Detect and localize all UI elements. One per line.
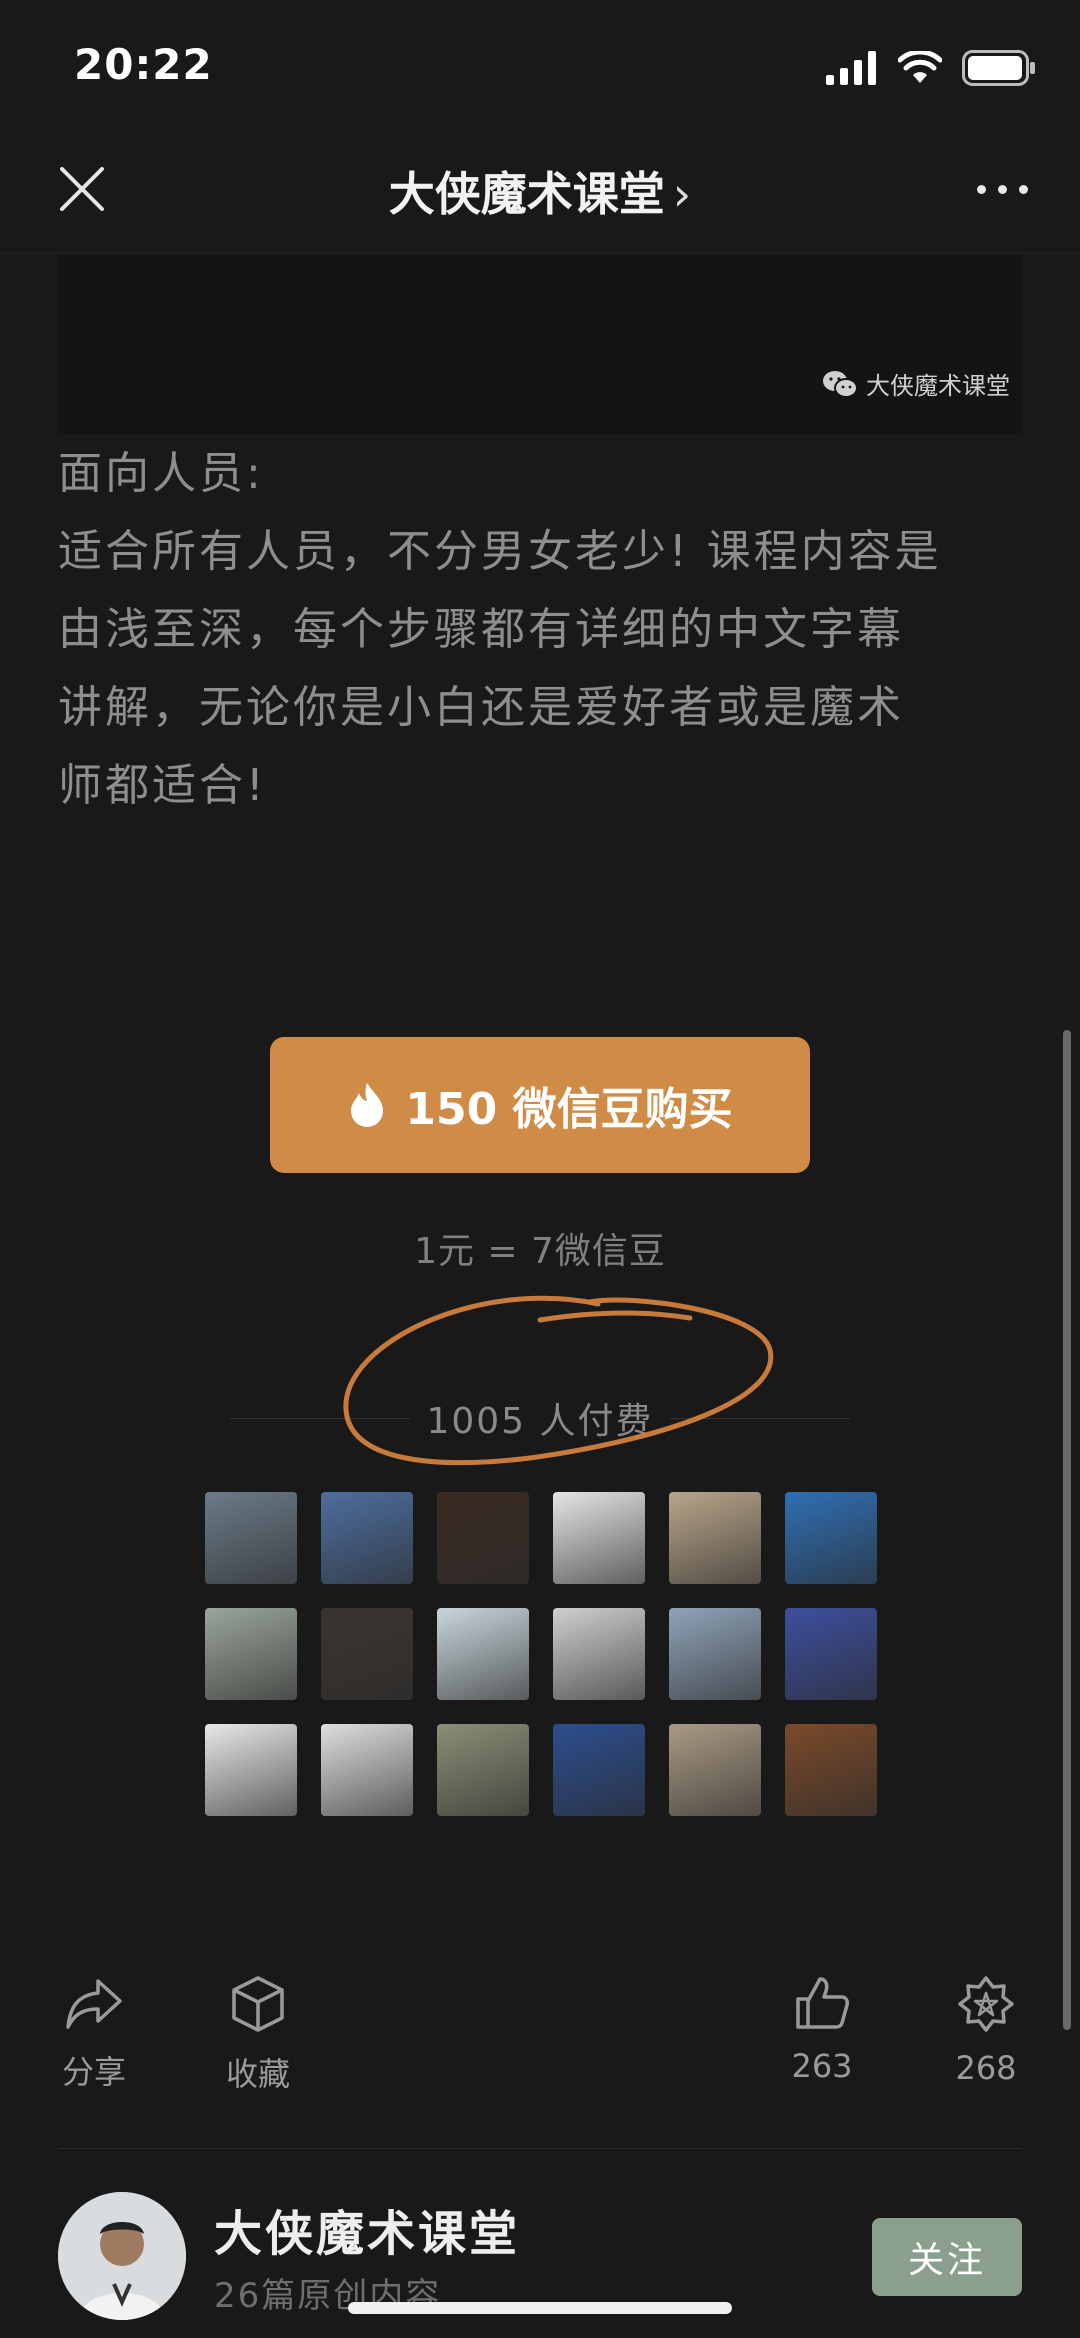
share-label: 分享 (61, 2053, 126, 2091)
payer-avatar (205, 1492, 297, 1584)
payer-avatar (205, 1724, 297, 1816)
status-time: 20:22 (74, 40, 213, 89)
status-icons (826, 48, 1036, 88)
divider (58, 2148, 1022, 2149)
hand-drawn-circle-annotation (343, 1295, 774, 1466)
payer-avatar-grid (205, 1492, 877, 1816)
signal-icon (826, 51, 876, 85)
article-line: 师都适合! (58, 760, 267, 811)
payer-avatar (785, 1608, 877, 1700)
payer-avatar (553, 1724, 645, 1816)
wifi-icon (898, 51, 942, 83)
follow-button[interactable]: 关注 (872, 2218, 1022, 2296)
payer-avatar (437, 1492, 529, 1584)
like-count: 263 (791, 2047, 853, 2085)
more-options-button[interactable] (977, 185, 1028, 194)
payer-avatar (437, 1608, 529, 1700)
share-button[interactable]: 分享 (34, 1975, 154, 2093)
payer-avatar (785, 1492, 877, 1584)
collect-button[interactable]: 收藏 (198, 1975, 318, 2095)
battery-icon (962, 50, 1035, 86)
article-line: 讲解，无论你是小白还是爱好者或是魔术 (58, 682, 904, 733)
account-name[interactable]: 大侠魔术课堂 (214, 2194, 520, 2264)
wow-count: 268 (955, 2049, 1017, 2087)
payer-avatar (669, 1492, 761, 1584)
payer-avatar (669, 1608, 761, 1700)
buy-button[interactable]: 150 微信豆购买 (270, 1037, 810, 1173)
star-badge-icon (958, 1976, 1014, 2032)
share-icon (66, 1979, 122, 2029)
scrollbar[interactable] (1063, 1030, 1071, 2030)
account-title-link[interactable]: 大侠魔术课堂 › (0, 158, 1080, 224)
payer-avatar (321, 1724, 413, 1816)
article-line: 由浅至深，每个步骤都有详细的中文字幕 (58, 604, 904, 655)
exchange-rate: 1元 = 7微信豆 (414, 1231, 666, 1272)
thumbs-up-icon (796, 1977, 849, 2029)
like-button[interactable]: 263 (762, 1975, 882, 2085)
wechat-icon (823, 370, 858, 398)
account-avatar[interactable] (58, 2192, 186, 2320)
payer-avatar (205, 1608, 297, 1700)
chevron-right-icon: › (672, 167, 692, 221)
payer-avatar (785, 1724, 877, 1816)
payer-avatar (553, 1492, 645, 1584)
payer-avatar (669, 1724, 761, 1816)
watermark-text: 大侠魔术课堂 (866, 372, 1010, 400)
flame-icon (351, 1083, 384, 1127)
payer-avatar (437, 1724, 529, 1816)
image-watermark: 大侠魔术课堂 (822, 366, 1010, 401)
cube-icon (232, 1976, 284, 2032)
article-image (58, 254, 1022, 434)
more-icon (977, 185, 986, 194)
page-title: 大侠魔术课堂 (388, 167, 665, 221)
payer-avatar (321, 1492, 413, 1584)
payer-avatar (321, 1608, 413, 1700)
article-heading: 面向人员: (58, 448, 264, 499)
wow-button[interactable]: 268 (926, 1975, 1046, 2087)
article-line: 适合所有人员，不分男女老少! 课程内容是 (58, 526, 942, 577)
collect-label: 收藏 (225, 2055, 290, 2093)
buy-button-label: 150 微信豆购买 (405, 1084, 733, 1135)
home-indicator[interactable] (348, 2302, 732, 2314)
article-body: 面向人员: 适合所有人员，不分男女老少! 课程内容是 由浅至深，每个步骤都有详细… (58, 435, 1022, 825)
payer-avatar (553, 1608, 645, 1700)
